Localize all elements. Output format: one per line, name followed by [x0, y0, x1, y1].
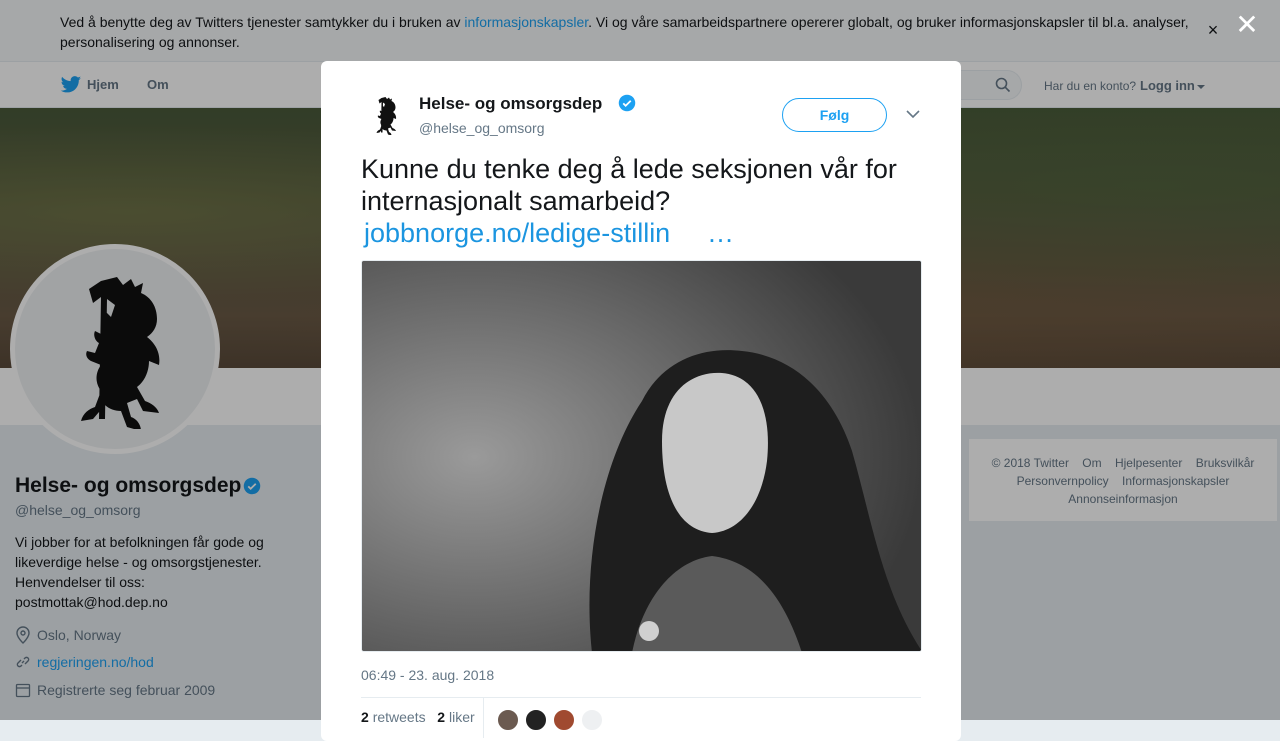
- chevron-down-icon[interactable]: [906, 109, 920, 119]
- tweet-modal: Helse- og omsorgsdep @helse_og_omsorg Fø…: [321, 61, 961, 741]
- tweet-author-avatar[interactable]: [361, 91, 409, 139]
- close-icon[interactable]: ✕: [1235, 11, 1259, 39]
- follow-button[interactable]: Følg: [782, 98, 887, 132]
- liker-avatars: [496, 708, 608, 732]
- retweets-count[interactable]: 2: [361, 709, 369, 725]
- liker-avatar[interactable]: [496, 708, 520, 732]
- likes-count[interactable]: 2: [437, 709, 445, 725]
- liker-avatar[interactable]: [580, 708, 604, 732]
- stats-separator: [483, 698, 484, 738]
- tweet-author-name[interactable]: Helse- og omsorgsdep: [419, 94, 602, 114]
- liker-avatar[interactable]: [552, 708, 576, 732]
- tweet-photo[interactable]: [361, 260, 922, 652]
- tweet-link[interactable]: jobbnorge.no/ledige-stillin: [364, 217, 670, 249]
- tweet-stats: 2 retweets 2 liker: [361, 709, 475, 725]
- likes-label[interactable]: liker: [449, 709, 475, 725]
- tweet-text: Kunne du tenke deg å lede seksjonen vår …: [361, 154, 897, 216]
- retweets-label[interactable]: retweets: [373, 709, 426, 725]
- portrait-photo: [362, 261, 921, 651]
- lion-crest-icon: [376, 97, 397, 135]
- tweet-author-handle[interactable]: @helse_og_omsorg: [419, 120, 545, 136]
- verified-badge-icon: [618, 94, 636, 112]
- tweet-link-ellipsis[interactable]: …: [707, 217, 734, 249]
- liker-avatar[interactable]: [524, 708, 548, 732]
- tweet-timestamp[interactable]: 06:49 - 23. aug. 2018: [361, 667, 494, 683]
- stats-divider: [361, 697, 921, 698]
